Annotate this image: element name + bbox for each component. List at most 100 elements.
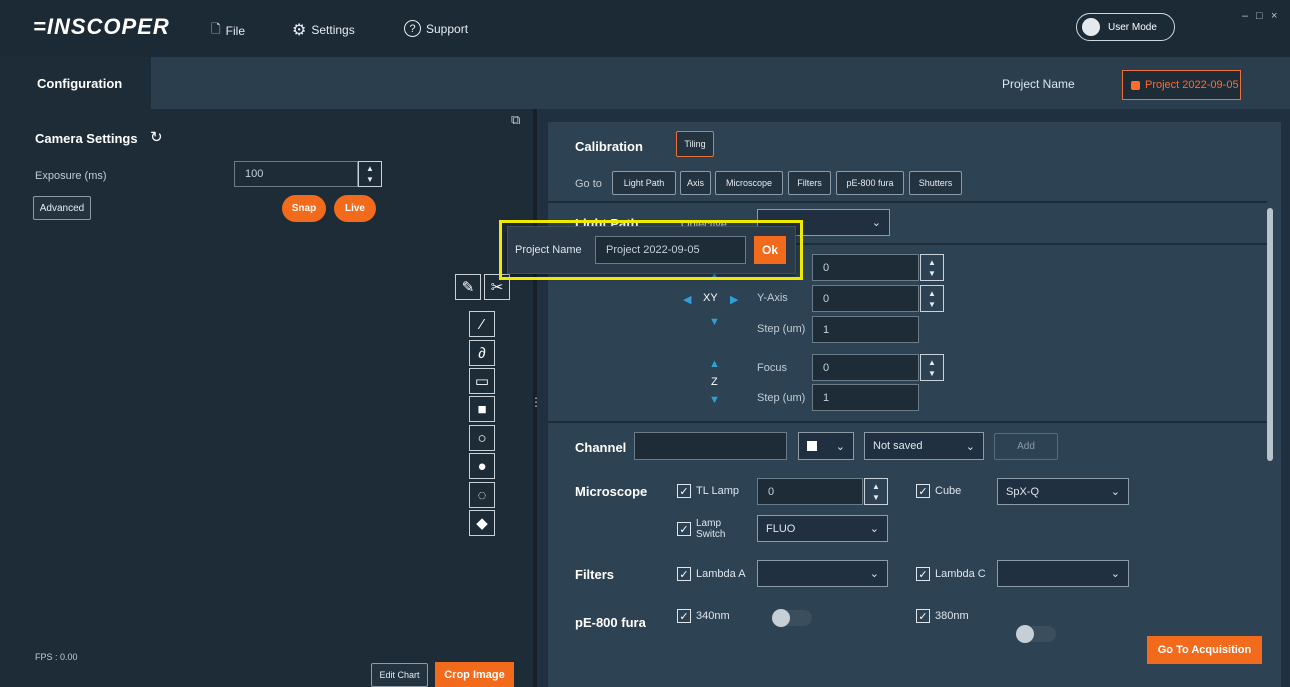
arrow-right-icon[interactable]: ▶ xyxy=(730,293,738,306)
user-mode-label: User Mode xyxy=(1108,21,1157,33)
edit-chart-button[interactable]: Edit Chart xyxy=(371,663,428,687)
cube-value: SpX-Q xyxy=(1006,485,1040,498)
maximize-button[interactable]: □ xyxy=(1256,10,1263,22)
cube-dropdown[interactable]: SpX-Q ⌄ xyxy=(997,478,1129,505)
tiling-button[interactable]: Tiling xyxy=(676,131,714,157)
popout-icon[interactable]: ⧉ xyxy=(511,112,520,128)
lamp-switch-line1: Lamp xyxy=(696,518,722,529)
y-axis-stepper[interactable]: ▲ ▼ xyxy=(920,285,944,312)
goto-pe800[interactable]: pE-800 fura xyxy=(836,171,904,195)
chevron-up-icon[interactable]: ▲ xyxy=(928,288,936,299)
lamp-switch-checkbox[interactable]: ✓ Lamp Switch xyxy=(677,518,725,540)
chevron-down-icon[interactable]: ▼ xyxy=(928,368,936,379)
goto-label: Go to xyxy=(575,178,602,190)
step-xy-label: Step (um) xyxy=(757,323,806,335)
snap-button[interactable]: Snap xyxy=(282,195,326,222)
lambda-c-dropdown[interactable]: ⌄ xyxy=(997,560,1129,587)
scrollbar[interactable] xyxy=(1267,208,1273,461)
focus-stepper[interactable]: ▲ ▼ xyxy=(920,354,944,381)
menu-support-label: Support xyxy=(426,21,469,36)
channel-name-input[interactable] xyxy=(634,432,787,460)
cube-checkbox[interactable]: ✓ Cube xyxy=(916,484,961,498)
add-channel-button[interactable]: Add xyxy=(994,433,1058,460)
microscope-title: Microscope xyxy=(575,484,648,499)
chevron-down-icon[interactable]: ▼ xyxy=(366,174,374,185)
file-icon: 🗋 xyxy=(211,22,221,36)
arrow-z-down-icon[interactable]: ▼ xyxy=(709,394,720,406)
focus-input[interactable]: 0 xyxy=(812,354,919,381)
divider xyxy=(548,201,1267,203)
line-tool-icon[interactable]: ⁄ xyxy=(469,311,495,337)
highlight-box xyxy=(499,220,803,280)
circle-outline-icon[interactable]: ○ xyxy=(469,425,495,451)
380nm-label: 380nm xyxy=(935,610,969,622)
channel-color-dropdown[interactable]: ⌄ xyxy=(798,432,854,460)
chevron-down-icon[interactable]: ▼ xyxy=(872,492,880,503)
lambda-c-checkbox[interactable]: ✓ Lambda C xyxy=(916,567,986,581)
lambda-a-checkbox[interactable]: ✓ Lambda A xyxy=(677,567,746,581)
step-z-input[interactable]: 1 xyxy=(812,384,919,411)
close-button[interactable]: × xyxy=(1271,10,1277,22)
pencil-icon[interactable]: ✎ xyxy=(455,274,481,300)
goto-axis[interactable]: Axis xyxy=(680,171,711,195)
rectangle-filled-icon[interactable]: ■ xyxy=(469,396,495,422)
exposure-input[interactable]: 100 xyxy=(234,161,358,187)
chevron-down-icon: ⌄ xyxy=(965,440,975,453)
tl-lamp-input[interactable]: 0 xyxy=(757,478,863,505)
step-xy-input[interactable]: 1 xyxy=(812,316,919,343)
chevron-down-icon[interactable]: ▼ xyxy=(928,268,936,279)
blob-outline-icon[interactable]: ◌ xyxy=(469,482,495,508)
lamp-switch-dropdown[interactable]: FLUO ⌄ xyxy=(757,515,888,542)
advanced-button[interactable]: Advanced xyxy=(33,196,91,220)
toggle-knob xyxy=(1016,625,1034,643)
380nm-toggle[interactable] xyxy=(1016,625,1056,643)
menu-settings[interactable]: ⚙ Settings xyxy=(292,20,355,40)
menu-file[interactable]: 🗋 File xyxy=(211,20,245,41)
chevron-up-icon[interactable]: ▲ xyxy=(872,481,880,492)
tl-lamp-stepper[interactable]: ▲ ▼ xyxy=(864,478,888,505)
lambda-a-dropdown[interactable]: ⌄ xyxy=(757,560,888,587)
340nm-checkbox[interactable]: ✓ 340nm xyxy=(677,609,730,623)
y-axis-input[interactable]: 0 xyxy=(812,285,919,312)
blob-filled-icon[interactable]: ◆ xyxy=(469,510,495,536)
refresh-icon[interactable]: ↻ xyxy=(150,128,163,146)
chevron-down-icon[interactable]: ▼ xyxy=(928,299,936,310)
check-icon: ✓ xyxy=(677,567,691,581)
chevron-up-icon[interactable]: ▲ xyxy=(928,257,936,268)
chevron-up-icon[interactable]: ▲ xyxy=(928,357,936,368)
project-name-label: Project Name xyxy=(1002,77,1075,91)
chevron-up-icon[interactable]: ▲ xyxy=(366,163,374,174)
freehand-tool-icon[interactable]: ∂ xyxy=(469,340,495,366)
arrow-z-up-icon[interactable]: ▲ xyxy=(709,358,720,370)
project-name-button[interactable]: Project 2022-09-05 xyxy=(1122,70,1241,100)
arrow-left-icon[interactable]: ◀ xyxy=(683,293,691,306)
menu-support[interactable]: ? Support xyxy=(404,20,468,37)
rectangle-outline-icon[interactable]: ▭ xyxy=(469,368,495,394)
x-axis-stepper[interactable]: ▲ ▼ xyxy=(920,254,944,281)
channel-status-dropdown[interactable]: Not saved ⌄ xyxy=(864,432,984,460)
check-icon: ✓ xyxy=(677,484,691,498)
minimize-button[interactable]: – xyxy=(1242,10,1248,22)
crop-image-button[interactable]: Crop Image xyxy=(435,662,514,687)
user-mode-toggle[interactable]: User Mode xyxy=(1076,13,1175,41)
380nm-checkbox[interactable]: ✓ 380nm xyxy=(916,609,969,623)
exposure-stepper[interactable]: ▲ ▼ xyxy=(358,161,382,187)
tab-configuration[interactable]: Configuration xyxy=(0,57,151,109)
goto-shutters[interactable]: Shutters xyxy=(909,171,962,195)
circle-filled-icon[interactable]: ● xyxy=(469,453,495,479)
cube-label: Cube xyxy=(935,485,962,497)
go-to-acquisition-button[interactable]: Go To Acquisition xyxy=(1147,636,1262,664)
goto-filters[interactable]: Filters xyxy=(788,171,831,195)
lambda-c-label: Lambda C xyxy=(935,568,986,580)
x-axis-input[interactable]: 0 xyxy=(812,254,919,281)
live-button[interactable]: Live xyxy=(334,195,376,222)
tl-lamp-checkbox[interactable]: ✓ TL Lamp xyxy=(677,484,739,498)
goto-light-path[interactable]: Light Path xyxy=(612,171,676,195)
chevron-down-icon: ⌄ xyxy=(1110,568,1120,580)
arrow-down-icon[interactable]: ▼ xyxy=(709,316,720,328)
check-icon: ✓ xyxy=(677,522,691,536)
color-swatch xyxy=(807,441,817,451)
goto-microscope[interactable]: Microscope xyxy=(715,171,783,195)
340nm-toggle[interactable] xyxy=(772,609,812,627)
340nm-label: 340nm xyxy=(696,610,730,622)
